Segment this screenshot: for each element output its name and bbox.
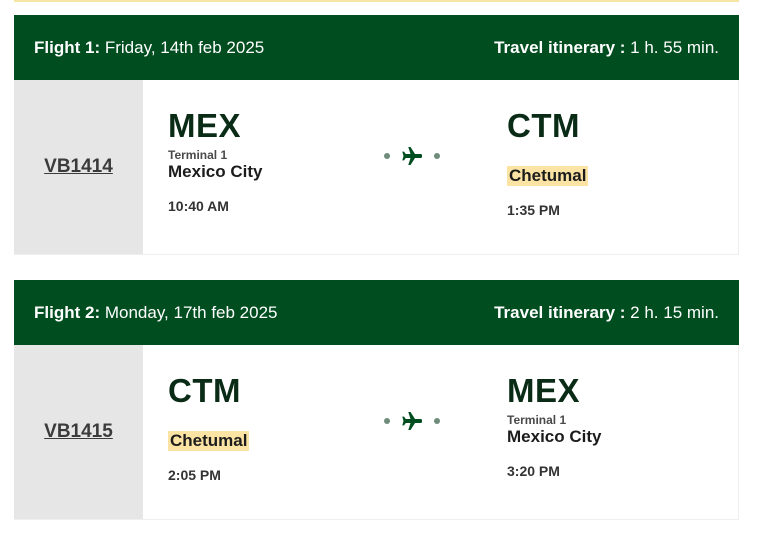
flight-label: Flight 1:: [34, 37, 101, 57]
connector-dot: [384, 418, 390, 424]
destination-airport-code: MEX: [507, 372, 581, 409]
origin-airport-code: MEX: [168, 107, 242, 144]
arrival-time: 3:20 PM: [507, 463, 560, 479]
origin-city: Chetumal: [168, 431, 250, 451]
destination-city: Chetumal: [507, 166, 589, 186]
flight-code-panel: VB1415: [14, 345, 143, 519]
origin-stop: MEX Terminal 1 Mexico City 10:40 AM: [168, 107, 263, 215]
destination-terminal: Terminal 1: [507, 413, 567, 427]
flight-body: VB1415 CTM Chetumal 2:05 PM MEX Terminal…: [14, 345, 739, 520]
route-connector: [384, 409, 440, 433]
flight-route: MEX Terminal 1 Mexico City 10:40 AM CTM …: [143, 80, 738, 254]
airplane-icon: [402, 147, 422, 165]
origin-stop: CTM Chetumal 2:05 PM: [168, 372, 250, 483]
connector-dot: [434, 153, 440, 159]
origin-city: Mexico City: [168, 162, 263, 181]
connector-dot: [434, 418, 440, 424]
flight-code-panel: VB1414: [14, 80, 143, 254]
origin-airport-code: CTM: [168, 372, 241, 409]
destination-stop: MEX Terminal 1 Mexico City 3:20 PM: [507, 372, 602, 480]
itinerary-label: Travel itinerary :: [494, 302, 626, 322]
flight-card-1: Flight 1: Friday, 14th feb 2025 Travel i…: [14, 15, 739, 255]
travel-itinerary: Travel itinerary : 2 h. 15 min.: [494, 303, 719, 323]
top-accent-strip: [14, 0, 739, 2]
flight-card-2: Flight 2: Monday, 17th feb 2025 Travel i…: [14, 280, 739, 520]
travel-itinerary: Travel itinerary : 1 h. 55 min.: [494, 38, 719, 58]
airplane-icon: [402, 412, 422, 430]
flight-header: Flight 1: Friday, 14th feb 2025 Travel i…: [14, 15, 739, 80]
flight-label: Flight 2:: [34, 302, 101, 322]
itinerary-duration: 2 h. 15 min.: [630, 302, 719, 322]
flight-title: Flight 2: Monday, 17th feb 2025: [34, 303, 278, 323]
destination-city: Mexico City: [507, 427, 602, 446]
flight-route: CTM Chetumal 2:05 PM MEX Terminal 1 Mexi…: [143, 345, 738, 519]
origin-terminal: Terminal 1: [168, 148, 228, 162]
flight-date: Friday, 14th feb 2025: [104, 37, 265, 57]
departure-time: 2:05 PM: [168, 467, 221, 483]
destination-airport-code: CTM: [507, 107, 580, 144]
route-connector: [384, 144, 440, 168]
flight-title: Flight 1: Friday, 14th feb 2025: [34, 38, 264, 58]
flight-header: Flight 2: Monday, 17th feb 2025 Travel i…: [14, 280, 739, 345]
departure-time: 10:40 AM: [168, 198, 229, 214]
arrival-time: 1:35 PM: [507, 202, 560, 218]
connector-dot: [384, 153, 390, 159]
itinerary-label: Travel itinerary :: [494, 37, 626, 57]
flight-code-link[interactable]: VB1414: [44, 156, 113, 178]
destination-stop: CTM Chetumal 1:35 PM: [507, 107, 589, 218]
flight-date: Monday, 17th feb 2025: [104, 302, 278, 322]
itinerary-duration: 1 h. 55 min.: [630, 37, 719, 57]
flight-body: VB1414 MEX Terminal 1 Mexico City 10:40 …: [14, 80, 739, 255]
flight-code-link[interactable]: VB1415: [44, 421, 113, 443]
